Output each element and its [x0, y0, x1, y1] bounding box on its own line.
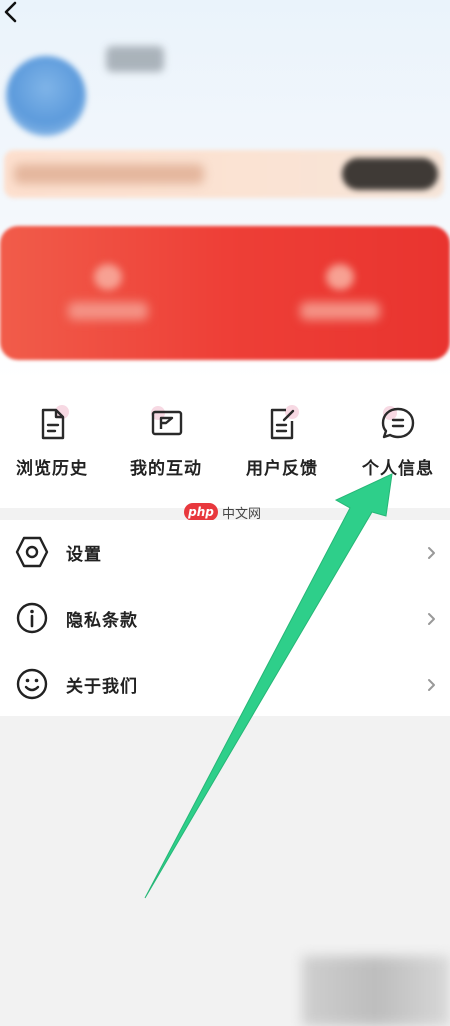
quick-action-label: 个人信息 — [362, 459, 434, 479]
settings-menu: 设置 隐私条款 关于我们 — [0, 520, 450, 716]
quick-action-label: 浏览历史 — [16, 459, 88, 479]
vip-banner-text-blurred — [14, 164, 204, 184]
quick-action-my-interactions[interactable]: 我的互动 — [110, 380, 222, 508]
document-icon — [41, 405, 69, 440]
watermark-text: 中文网 — [222, 506, 262, 522]
stat-item-right[interactable] — [300, 262, 380, 332]
menu-item-label: 隐私条款 — [66, 611, 138, 631]
info-circle-icon — [16, 602, 48, 634]
message-box-icon — [151, 406, 183, 436]
feedback-edit-icon — [270, 405, 299, 440]
chevron-right-icon — [428, 613, 435, 625]
chevron-right-icon — [428, 679, 435, 691]
chevron-left-icon — [4, 1, 17, 23]
blurred-corner — [302, 956, 450, 1026]
menu-item-settings[interactable]: 设置 — [0, 520, 450, 586]
hexagon-settings-icon — [15, 536, 49, 568]
username-blurred — [106, 46, 164, 72]
chevron-right-icon — [428, 547, 435, 559]
stat-item-left[interactable] — [68, 262, 148, 332]
quick-action-browse-history[interactable]: 浏览历史 — [0, 380, 108, 508]
quick-action-user-feedback[interactable]: 用户反馈 — [226, 380, 338, 508]
chat-bubble-icon — [381, 406, 415, 439]
menu-item-about-us[interactable]: 关于我们 — [0, 652, 450, 718]
vip-banner-button[interactable] — [342, 158, 438, 190]
back-button[interactable] — [0, 0, 24, 24]
watermark-logo: php — [184, 503, 218, 521]
quick-actions: 浏览历史 我的互动 用户反馈 个人信息 — [0, 380, 450, 508]
quick-action-label: 我的互动 — [130, 459, 202, 479]
quick-action-label: 用户反馈 — [246, 459, 318, 479]
menu-item-label: 设置 — [66, 545, 102, 565]
smiley-icon — [16, 668, 48, 700]
quick-action-personal-info[interactable]: 个人信息 — [342, 380, 450, 508]
menu-item-privacy-terms[interactable]: 隐私条款 — [0, 586, 450, 652]
avatar[interactable] — [6, 56, 86, 136]
menu-item-label: 关于我们 — [66, 677, 138, 697]
